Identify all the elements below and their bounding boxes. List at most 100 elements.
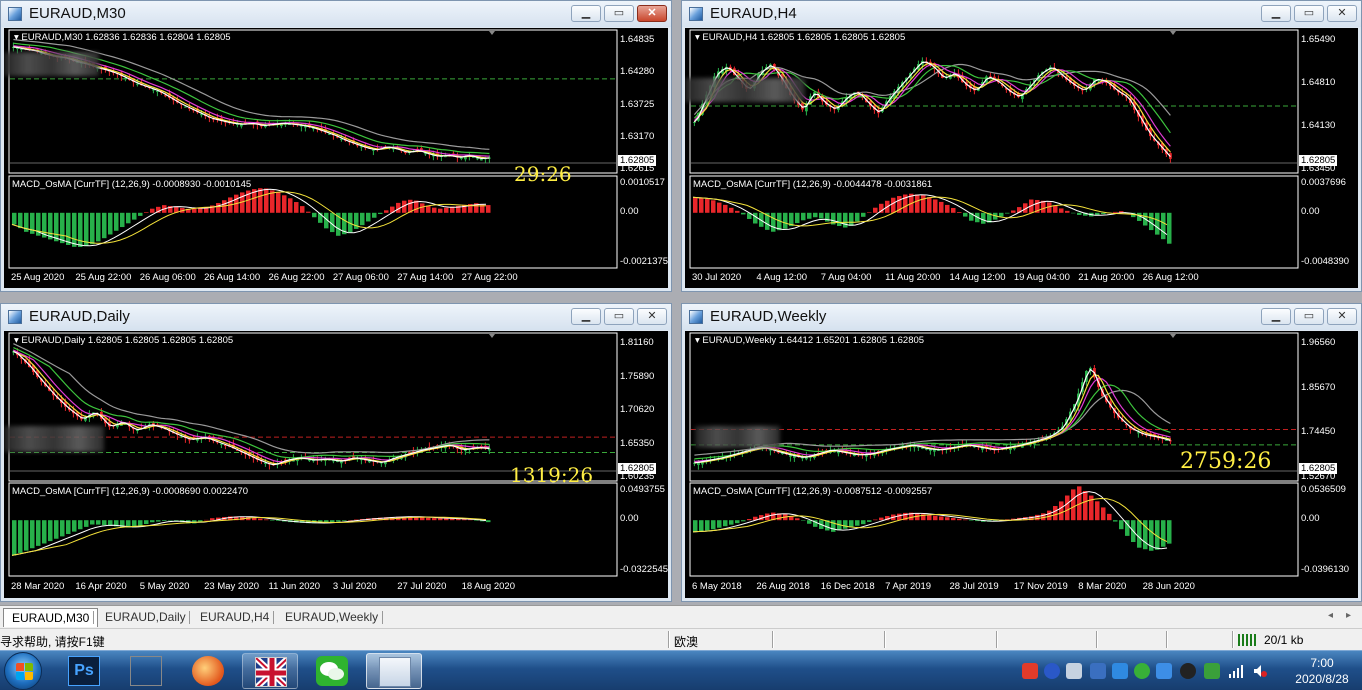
chart-svg[interactable] bbox=[4, 28, 668, 288]
macd-bar bbox=[921, 195, 926, 213]
macd-bar bbox=[144, 520, 149, 525]
input-mode-icon[interactable] bbox=[1066, 663, 1082, 679]
window-titlebar[interactable]: EURAUD,M30 ▁ ▭ ✕ bbox=[1, 1, 671, 27]
macd-bar bbox=[1077, 212, 1082, 215]
system-clock[interactable]: 7:00 2020/8/28 bbox=[1290, 655, 1354, 687]
macd-bar bbox=[54, 212, 59, 242]
macd-bar bbox=[927, 197, 932, 213]
status-profile[interactable]: 欧澳 bbox=[674, 633, 698, 650]
minimize-button[interactable]: ▁ bbox=[1261, 5, 1291, 22]
help-tray-icon[interactable] bbox=[1044, 663, 1060, 679]
macd-bar bbox=[438, 208, 443, 213]
time-axis-label: 18 Aug 2020 bbox=[461, 581, 515, 592]
chart-canvas[interactable]: ▾ EURAUD,H4 1.62805 1.62805 1.62805 1.62… bbox=[685, 28, 1358, 288]
macd-bar bbox=[138, 212, 143, 216]
time-axis-label: 7 Apr 2019 bbox=[885, 581, 932, 592]
candle bbox=[805, 101, 808, 116]
macd-bar bbox=[162, 520, 167, 521]
maximize-button[interactable]: ▭ bbox=[1294, 308, 1324, 325]
chart-window-icon bbox=[8, 310, 22, 324]
window-titlebar[interactable]: EURAUD,Daily ▁ ▭ ✕ bbox=[1, 304, 671, 330]
chart-window-weekly[interactable]: EURAUD,Weekly ▁ ▭ ✕ ▾ EURAUD,Weekly 1.64… bbox=[681, 303, 1362, 602]
macd-signal-yellow bbox=[11, 516, 487, 556]
feather-app-icon[interactable] bbox=[1112, 663, 1128, 679]
chart-window-h4[interactable]: EURAUD,H4 ▁ ▭ ✕ ▾ EURAUD,H4 1.62805 1.62… bbox=[681, 0, 1362, 292]
taskbar-uk-flag-app[interactable] bbox=[242, 653, 298, 689]
indicator-label: MACD_OsMA [CurrTF] (12,26,9) -0.0008930 … bbox=[12, 179, 252, 190]
taskbar-wechat[interactable] bbox=[304, 653, 360, 689]
window-title: EURAUD,Daily bbox=[29, 308, 130, 325]
tab-euraud-h4[interactable]: EURAUD,H4 bbox=[192, 608, 277, 627]
window-titlebar[interactable]: EURAUD,H4 ▁ ▭ ✕ bbox=[682, 1, 1361, 27]
macd-bar bbox=[474, 520, 479, 521]
macd-bar bbox=[1047, 510, 1052, 521]
tab-euraud-weekly[interactable]: EURAUD,Weekly bbox=[277, 608, 386, 627]
tab-euraud-daily[interactable]: EURAUD,Daily bbox=[97, 608, 194, 627]
time-axis-label: 25 Aug 22:00 bbox=[75, 272, 132, 283]
close-button[interactable]: ✕ bbox=[637, 5, 667, 22]
close-button[interactable]: ✕ bbox=[1327, 308, 1357, 325]
taskbar-bird-app[interactable] bbox=[180, 653, 236, 689]
macd-bar bbox=[897, 513, 902, 521]
macd-bar bbox=[723, 204, 728, 213]
macd-bar bbox=[735, 210, 740, 213]
macd-signal-white bbox=[692, 491, 1168, 550]
macd-bar bbox=[120, 212, 125, 228]
candle bbox=[725, 63, 728, 75]
macd-bar bbox=[819, 212, 824, 219]
chart-window-daily[interactable]: EURAUD,Daily ▁ ▭ ✕ ▾ EURAUD,Daily 1.6280… bbox=[0, 303, 672, 602]
network-drive-icon[interactable] bbox=[1090, 663, 1106, 679]
chart-svg[interactable] bbox=[685, 28, 1358, 288]
macd-bar bbox=[432, 207, 437, 213]
maximize-button[interactable]: ▭ bbox=[604, 5, 634, 22]
chart-canvas[interactable]: ▾ EURAUD,Weekly 1.64412 1.65201 1.62805 … bbox=[685, 331, 1358, 598]
status-separator bbox=[772, 631, 774, 648]
qq-penguin-icon[interactable] bbox=[1180, 663, 1196, 679]
macd-bar bbox=[1113, 211, 1118, 213]
sogou-input-icon[interactable] bbox=[1022, 663, 1038, 679]
time-axis-label: 26 Aug 06:00 bbox=[139, 272, 196, 283]
chart-canvas[interactable]: ▾ EURAUD,M30 1.62836 1.62836 1.62804 1.6… bbox=[4, 28, 668, 288]
volume-muted-icon[interactable] bbox=[1252, 663, 1268, 679]
price-axis-label: 1.65350 bbox=[620, 437, 655, 449]
macd-bar bbox=[168, 520, 173, 521]
status-traffic: 20/1 kb bbox=[1264, 633, 1304, 647]
macd-bar bbox=[426, 205, 431, 213]
macd-bar bbox=[486, 205, 491, 213]
macd-bar bbox=[951, 207, 956, 213]
macd-bar bbox=[348, 520, 353, 521]
indicator-axis-label: 0.0493755 bbox=[620, 484, 665, 495]
start-button[interactable] bbox=[4, 652, 42, 690]
minimize-button[interactable]: ▁ bbox=[571, 308, 601, 325]
chart-window-m30[interactable]: EURAUD,M30 ▁ ▭ ✕ ▾ EURAUD,M30 1.62836 1.… bbox=[0, 0, 672, 292]
close-button[interactable]: ✕ bbox=[1327, 5, 1357, 22]
chart-canvas[interactable]: ▾ EURAUD,Daily 1.62805 1.62805 1.62805 1… bbox=[4, 331, 668, 598]
macd-bar bbox=[48, 520, 53, 542]
symbol-ohlc-line: ▾ EURAUD,Weekly 1.64412 1.65201 1.62805 … bbox=[695, 335, 925, 346]
network-signal-icon[interactable] bbox=[1228, 663, 1244, 679]
close-button[interactable]: ✕ bbox=[637, 308, 667, 325]
macd-bar bbox=[384, 210, 389, 213]
tab-euraud-m30[interactable]: EURAUD,M30 bbox=[3, 608, 99, 627]
macd-bar bbox=[945, 204, 950, 213]
window-titlebar[interactable]: EURAUD,Weekly ▁ ▭ ✕ bbox=[682, 304, 1361, 330]
tab-scroll-left-icon[interactable]: ◂ bbox=[1328, 610, 1333, 621]
tab-scroll-right-icon[interactable]: ▸ bbox=[1346, 610, 1351, 621]
time-axis-label: 28 Jul 2019 bbox=[949, 581, 999, 592]
macd-bar bbox=[72, 212, 77, 247]
taskbar: Ps 7:00 2020/8/28 bbox=[0, 650, 1362, 690]
security-shield-icon[interactable] bbox=[1156, 663, 1172, 679]
taskbar-metatrader[interactable] bbox=[366, 653, 422, 689]
minimize-button[interactable]: ▁ bbox=[1261, 308, 1291, 325]
wechat-tray-icon[interactable] bbox=[1134, 663, 1150, 679]
device-tray-icon[interactable] bbox=[1204, 663, 1220, 679]
macd-bar bbox=[1005, 212, 1010, 214]
macd-bar bbox=[1101, 212, 1106, 215]
maximize-button[interactable]: ▭ bbox=[604, 308, 634, 325]
macd-bar bbox=[939, 201, 944, 213]
macd-bar bbox=[420, 517, 425, 521]
maximize-button[interactable]: ▭ bbox=[1294, 5, 1324, 22]
minimize-button[interactable]: ▁ bbox=[571, 5, 601, 22]
taskbar-photoshop[interactable]: Ps bbox=[56, 653, 112, 689]
taskbar-maps[interactable] bbox=[118, 653, 174, 689]
